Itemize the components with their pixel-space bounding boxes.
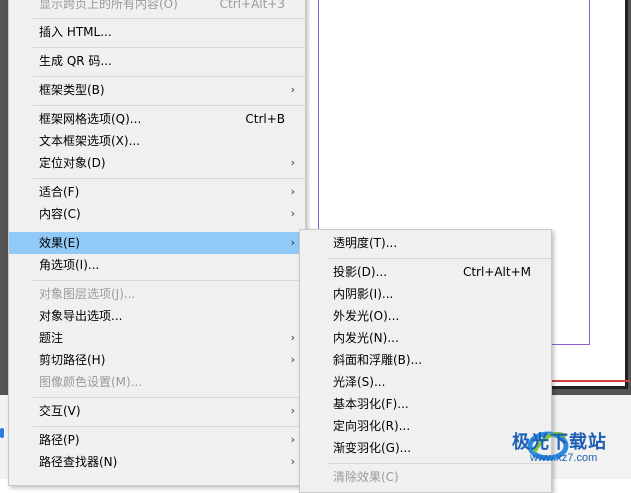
menu-item-label: 角选项(I)... [39, 258, 100, 272]
menu-item-label: 对象导出选项... [39, 309, 123, 323]
menu-item-label: 题注 [39, 331, 64, 345]
menu-item-frame-type[interactable]: 框架类型(B) › [9, 79, 305, 101]
menu-item-anchored-object[interactable]: 定位对象(D) › [9, 152, 305, 174]
menu-item-clipping-path[interactable]: 剪切路径(H) › [9, 349, 305, 371]
menu-item-label: 适合(F) [39, 185, 80, 199]
menu-item-pathfinder[interactable]: 路径查找器(N) › [9, 451, 305, 473]
submenu-item-transparency[interactable]: 透明度(T)... [300, 232, 551, 254]
menu-item-label: 插入 HTML... [39, 25, 112, 39]
menu-item-label: 内阴影(I)... [333, 287, 394, 301]
menu-separator [33, 280, 305, 281]
chevron-right-icon: › [290, 236, 295, 249]
submenu-item-satin[interactable]: 光泽(S)... [300, 371, 551, 393]
menu-item-content[interactable]: 内容(C) › [9, 203, 305, 225]
menu-item-label: 渐变羽化(G)... [333, 441, 412, 455]
chevron-right-icon: › [290, 433, 295, 446]
menu-item-shortcut: Ctrl+Alt+M [462, 265, 531, 279]
chevron-right-icon: › [290, 83, 295, 96]
menu-item-paths[interactable]: 路径(P) › [9, 429, 305, 451]
menu-item-insert-html[interactable]: 插入 HTML... [9, 21, 305, 43]
menu-item-image-color-settings[interactable]: 图像颜色设置(M)... [9, 371, 305, 393]
submenu-item-inner-glow[interactable]: 内发光(N)... [300, 327, 551, 349]
menu-item-label: 内容(C) [39, 207, 81, 221]
menu-item-shortcut: Ctrl+B [245, 112, 285, 126]
menu-separator [33, 105, 305, 106]
menu-item-label: 显示跨页上的所有内容(O) [39, 0, 178, 11]
menu-item-corner-options[interactable]: 角选项(I)... [9, 254, 305, 276]
menu-separator [33, 397, 305, 398]
chevron-right-icon: › [290, 404, 295, 417]
watermark-text: 极光下载站 [512, 432, 607, 453]
submenu-item-inner-shadow[interactable]: 内阴影(I)... [300, 283, 551, 305]
panel-indicator [0, 428, 4, 438]
submenu-item-outer-glow[interactable]: 外发光(O)... [300, 305, 551, 327]
menu-item-label: 外发光(O)... [333, 309, 400, 323]
menu-item-label: 交互(V) [39, 404, 81, 418]
object-context-menu: 显示跨页上的所有内容(O) Ctrl+Alt+3 插入 HTML... 生成 Q… [8, 0, 306, 486]
menu-item-label: 效果(E) [39, 236, 80, 250]
menu-item-label: 生成 QR 码... [39, 54, 112, 68]
menu-item-interactive[interactable]: 交互(V) › [9, 400, 305, 422]
menu-item-show-all-spread[interactable]: 显示跨页上的所有内容(O) Ctrl+Alt+3 [9, 0, 305, 15]
menu-item-object-export-options[interactable]: 对象导出选项... [9, 305, 305, 327]
menu-item-generate-qr[interactable]: 生成 QR 码... [9, 50, 305, 72]
menu-item-label: 定位对象(D) [39, 156, 106, 170]
menu-separator [328, 258, 551, 259]
menu-item-label: 路径查找器(N) [39, 455, 118, 469]
chevron-right-icon: › [290, 156, 295, 169]
menu-item-label: 透明度(T)... [333, 236, 398, 250]
watermark-url: www.xz7.com [530, 452, 598, 464]
submenu-item-bevel-emboss[interactable]: 斜面和浮雕(B)... [300, 349, 551, 371]
menu-item-label: 内发光(N)... [333, 331, 399, 345]
menu-item-object-layer-options[interactable]: 对象图层选项(J)... [9, 283, 305, 305]
menu-separator [33, 47, 305, 48]
menu-item-captions[interactable]: 题注 › [9, 327, 305, 349]
menu-item-text-frame-options[interactable]: 文本框架选项(X)... [9, 130, 305, 152]
menu-item-label: 定向羽化(R)... [333, 419, 411, 433]
menu-item-label: 路径(P) [39, 433, 80, 447]
menu-item-label: 框架网格选项(Q)... [39, 112, 142, 126]
menu-item-label: 基本羽化(F)... [333, 397, 409, 411]
menu-item-label: 文本框架选项(X)... [39, 134, 141, 148]
chevron-right-icon: › [290, 207, 295, 220]
menu-item-label: 清除效果(C) [333, 470, 399, 484]
menu-separator [33, 178, 305, 179]
menu-item-label: 剪切路径(H) [39, 353, 106, 367]
menu-item-label: 图像颜色设置(M)... [39, 375, 143, 389]
submenu-item-clear-effects[interactable]: 清除效果(C) [300, 466, 551, 488]
menu-item-label: 斜面和浮雕(B)... [333, 353, 423, 367]
menu-separator [33, 426, 305, 427]
menu-item-label: 框架类型(B) [39, 83, 105, 97]
submenu-item-drop-shadow[interactable]: 投影(D)... Ctrl+Alt+M [300, 261, 551, 283]
menu-item-fitting[interactable]: 适合(F) › [9, 181, 305, 203]
menu-item-frame-grid-options[interactable]: 框架网格选项(Q)... Ctrl+B [9, 108, 305, 130]
chevron-right-icon: › [290, 331, 295, 344]
chevron-right-icon: › [290, 455, 295, 468]
menu-item-label: 对象图层选项(J)... [39, 287, 136, 301]
chevron-right-icon: › [290, 353, 295, 366]
menu-separator [33, 18, 305, 19]
chevron-right-icon: › [290, 185, 295, 198]
menu-item-effects[interactable]: 效果(E) › [9, 232, 305, 254]
menu-item-label: 光泽(S)... [333, 375, 386, 389]
submenu-item-basic-feather[interactable]: 基本羽化(F)... [300, 393, 551, 415]
menu-separator [33, 76, 305, 77]
menu-item-shortcut: Ctrl+Alt+3 [219, 0, 285, 11]
menu-item-label: 投影(D)... [333, 265, 388, 279]
